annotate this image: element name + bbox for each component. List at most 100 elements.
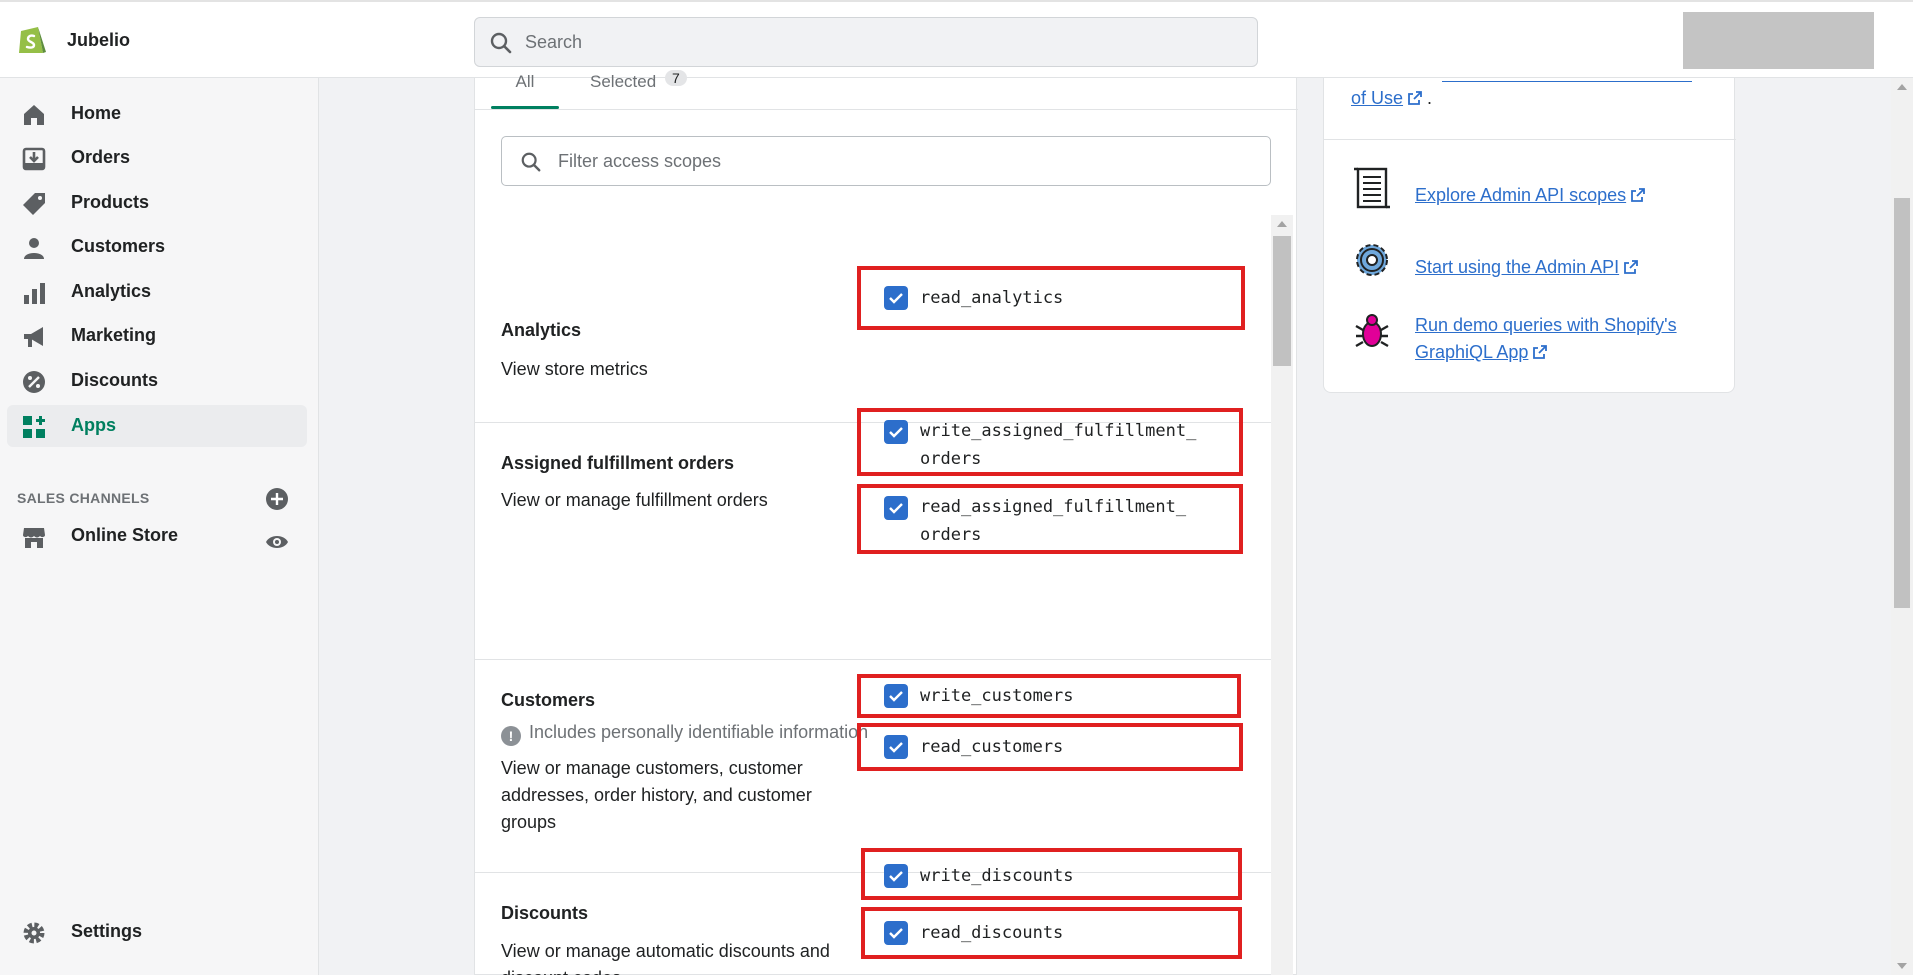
checkbox[interactable] <box>884 921 908 945</box>
scroll-up-arrow[interactable] <box>1897 84 1907 90</box>
sidebar-item-marketing[interactable]: Marketing <box>7 315 307 357</box>
link-text[interactable]: Start using the Admin API <box>1415 254 1715 281</box>
section-description: View or manage automatic discounts and d… <box>501 941 830 975</box>
selected-count-badge: 7 <box>665 70 687 86</box>
sidebar-item-label: Home <box>71 103 122 123</box>
filter-scopes-input[interactable]: Filter access scopes <box>501 136 1271 186</box>
terms-link-text[interactable]: of Use <box>1351 88 1403 108</box>
section-title: Analytics <box>501 320 582 340</box>
scope-read-analytics[interactable]: read_analytics <box>857 266 1245 330</box>
sidebar-item-discounts[interactable]: Discounts <box>7 360 307 402</box>
sidebar-item-products[interactable]: Products <box>7 182 307 224</box>
discount-icon <box>23 371 45 393</box>
scroll-document-icon <box>1354 167 1390 209</box>
sidebar-item-customers[interactable]: Customers <box>7 226 307 268</box>
scope-label: read_customers <box>920 737 1064 757</box>
check-icon <box>889 691 903 702</box>
shop-name[interactable]: Jubelio <box>67 30 130 51</box>
section-description: View store metrics <box>501 359 648 379</box>
checkbox[interactable] <box>884 735 908 759</box>
checkbox[interactable] <box>884 684 908 708</box>
divider <box>1324 139 1736 140</box>
search-icon <box>490 32 512 54</box>
checkbox[interactable] <box>884 286 908 310</box>
section-title: Discounts <box>501 903 589 923</box>
scroll-thumb[interactable] <box>1894 198 1910 608</box>
section-title: Assigned fulfillment orders <box>501 453 735 473</box>
scope-tabs: All Selected 7 <box>475 70 1298 110</box>
section-description: View or manage customers, customer addre… <box>501 758 812 832</box>
search-icon <box>521 152 541 172</box>
sidebar-item-orders[interactable]: Orders <box>7 137 307 179</box>
sidebar-item-online-store[interactable]: Online Store <box>7 515 307 557</box>
external-link-icon <box>1624 260 1639 274</box>
sidebar-item-label: Apps <box>71 415 116 435</box>
check-icon <box>889 928 903 939</box>
checkbox[interactable] <box>884 496 908 520</box>
gear-icon <box>23 922 45 944</box>
checkbox[interactable] <box>884 420 908 444</box>
sidebar-item-label: Discounts <box>71 370 159 390</box>
page-scrollbar[interactable] <box>1891 78 1913 975</box>
sidebar-item-label: Customers <box>71 236 166 256</box>
shopify-logo-icon[interactable] <box>14 22 50 58</box>
search-placeholder: Search <box>525 32 583 52</box>
warning-text: Includes personally identifiable informa… <box>529 722 869 742</box>
orders-icon <box>22 147 46 171</box>
link-text[interactable]: Explore Admin API scopes <box>1415 182 1715 209</box>
sidebar-item-home[interactable]: Home <box>7 93 307 135</box>
account-menu[interactable] <box>1683 12 1874 69</box>
check-icon <box>889 503 903 514</box>
scroll-down-arrow[interactable] <box>1897 963 1907 969</box>
eye-icon[interactable] <box>265 530 289 554</box>
sidebar-item-settings[interactable]: Settings <box>7 911 307 953</box>
pii-warning: ! Includes personally identifiable inform… <box>501 722 868 746</box>
tab-all[interactable]: All <box>491 72 559 92</box>
store-icon <box>23 528 45 548</box>
scope-label: read_analytics <box>920 288 1064 308</box>
sidebar: Home Orders Products Customers Analytics… <box>0 78 319 975</box>
access-scopes-card: All Selected 7 Filter access scopes Anal… <box>474 70 1298 975</box>
terms-of-use-link[interactable]: of Use . <box>1351 88 1432 109</box>
scroll-up-arrow[interactable] <box>1277 221 1287 227</box>
section-description: View or manage fulfillment orders <box>501 490 768 510</box>
tab-selected[interactable]: Selected <box>590 72 656 92</box>
search-bar[interactable]: Search <box>474 17 1258 67</box>
link-text[interactable]: Run demo queries with Shopify's GraphiQL… <box>1415 312 1715 366</box>
scope-read-assigned-fulfillment-orders[interactable]: read_assigned_fulfillment_ orders <box>857 484 1243 554</box>
bar-chart-icon <box>24 283 45 304</box>
check-icon <box>889 427 903 438</box>
add-sales-channel-icon[interactable] <box>265 487 289 511</box>
sidebar-item-label: Settings <box>71 921 143 941</box>
external-link-icon <box>1533 345 1548 359</box>
sidebar-item-apps[interactable]: Apps <box>7 405 307 447</box>
scroll-thumb[interactable] <box>1273 236 1291 366</box>
truncated-terms-link[interactable] <box>1442 78 1692 82</box>
scope-read-customers[interactable]: read_customers <box>857 723 1243 771</box>
terms-suffix: . <box>1427 88 1433 108</box>
person-icon <box>24 238 44 259</box>
check-icon <box>889 742 903 753</box>
resources-card: of Use . Explore Admin API scopes Start … <box>1323 78 1736 393</box>
scope-write-assigned-fulfillment-orders[interactable]: write_assigned_fulfillment_ orders <box>857 408 1243 476</box>
scope-label: write_customers <box>920 686 1074 706</box>
checkbox[interactable] <box>884 864 908 888</box>
scope-read-discounts[interactable]: read_discounts <box>861 907 1242 959</box>
sidebar-item-label: Orders <box>71 147 131 167</box>
scope-label: write_discounts <box>920 866 1074 886</box>
megaphone-icon <box>24 327 43 347</box>
scopes-scrollbar[interactable] <box>1271 215 1293 975</box>
tag-icon <box>23 193 45 215</box>
bug-icon <box>1355 314 1389 348</box>
filter-placeholder: Filter access scopes <box>558 151 722 171</box>
check-icon <box>889 871 903 882</box>
sidebar-item-analytics[interactable]: Analytics <box>7 271 307 313</box>
external-link-icon <box>1631 188 1646 202</box>
scope-write-discounts[interactable]: write_discounts <box>861 848 1242 900</box>
external-link-icon <box>1408 91 1422 105</box>
info-icon: ! <box>501 726 521 746</box>
scope-write-customers[interactable]: write_customers <box>857 674 1241 718</box>
gear-icon <box>1356 244 1388 276</box>
sales-channels-title: SALES CHANNELS <box>17 490 150 506</box>
check-icon <box>889 293 903 304</box>
